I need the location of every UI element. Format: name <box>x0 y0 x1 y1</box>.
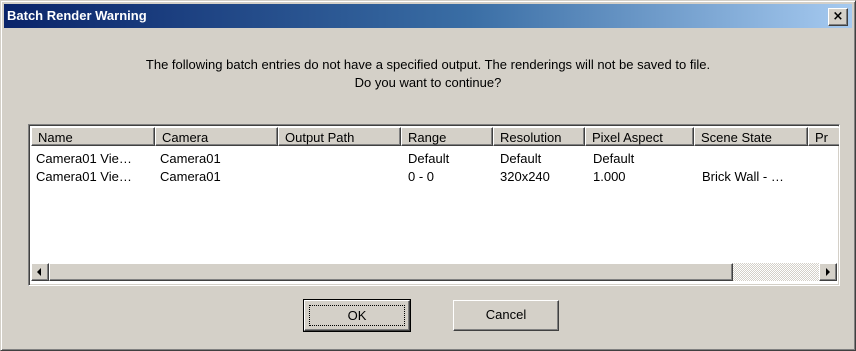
cell-resolution: Default <box>500 151 542 166</box>
column-header-output-path[interactable]: Output Path <box>278 127 401 146</box>
cell-pixel-aspect: Default <box>593 151 635 166</box>
batch-render-warning-dialog: Batch Render Warning × The following bat… <box>0 0 856 351</box>
cell-output-path <box>278 168 401 186</box>
table-row[interactable]: Camera01 Vie… Camera01 Default Default D… <box>31 150 839 168</box>
column-header-range[interactable]: Range <box>401 127 493 146</box>
column-header-scene-state[interactable]: Scene State <box>694 127 808 146</box>
column-header-pr[interactable]: Pr <box>808 127 839 146</box>
column-header-name[interactable]: Name <box>31 127 155 146</box>
scrollbar-thumb[interactable] <box>49 263 733 281</box>
cell-range: Default <box>408 151 450 166</box>
cell-scene-state: Brick Wall - … <box>702 169 784 184</box>
warning-message-line-1: The following batch entries do not have … <box>145 57 711 72</box>
cell-camera: Camera01 <box>160 169 221 184</box>
warning-message-line-2: Do you want to continue? <box>354 75 502 90</box>
scroll-right-arrow-icon <box>826 268 830 276</box>
batch-entries-list[interactable]: Name Camera Output Path Range Resolution… <box>28 124 840 286</box>
list-header: Name Camera Output Path Range Resolution… <box>31 127 839 148</box>
close-icon: × <box>832 9 844 24</box>
cell-resolution: 320x240 <box>500 169 550 184</box>
column-header-camera[interactable]: Camera <box>155 127 278 146</box>
cell-pixel-aspect: 1.000 <box>593 169 626 184</box>
horizontal-scrollbar[interactable] <box>31 263 837 281</box>
scroll-left-arrow-icon <box>37 268 41 276</box>
scrollbar-track[interactable] <box>733 263 819 281</box>
cell-scene-state <box>694 150 808 168</box>
table-row[interactable]: Camera01 Vie… Camera01 0 - 0 320x240 1.0… <box>31 168 839 186</box>
column-header-resolution[interactable]: Resolution <box>493 127 585 146</box>
scroll-left-button[interactable] <box>31 263 49 281</box>
cell-camera: Camera01 <box>160 151 221 166</box>
close-button[interactable]: × <box>828 8 848 26</box>
cell-name: Camera01 Vie… <box>36 169 132 184</box>
ok-button-label: OK <box>309 305 405 326</box>
ok-button[interactable]: OK <box>303 299 411 332</box>
column-header-pixel-aspect[interactable]: Pixel Aspect <box>585 127 694 146</box>
window-title: Batch Render Warning <box>7 8 147 23</box>
cancel-button[interactable]: Cancel <box>453 300 559 331</box>
scroll-right-button[interactable] <box>819 263 837 281</box>
cell-name: Camera01 Vie… <box>36 151 132 166</box>
cell-output-path <box>278 150 401 168</box>
title-bar[interactable]: Batch Render Warning × <box>4 4 852 28</box>
cell-range: 0 - 0 <box>408 169 435 184</box>
